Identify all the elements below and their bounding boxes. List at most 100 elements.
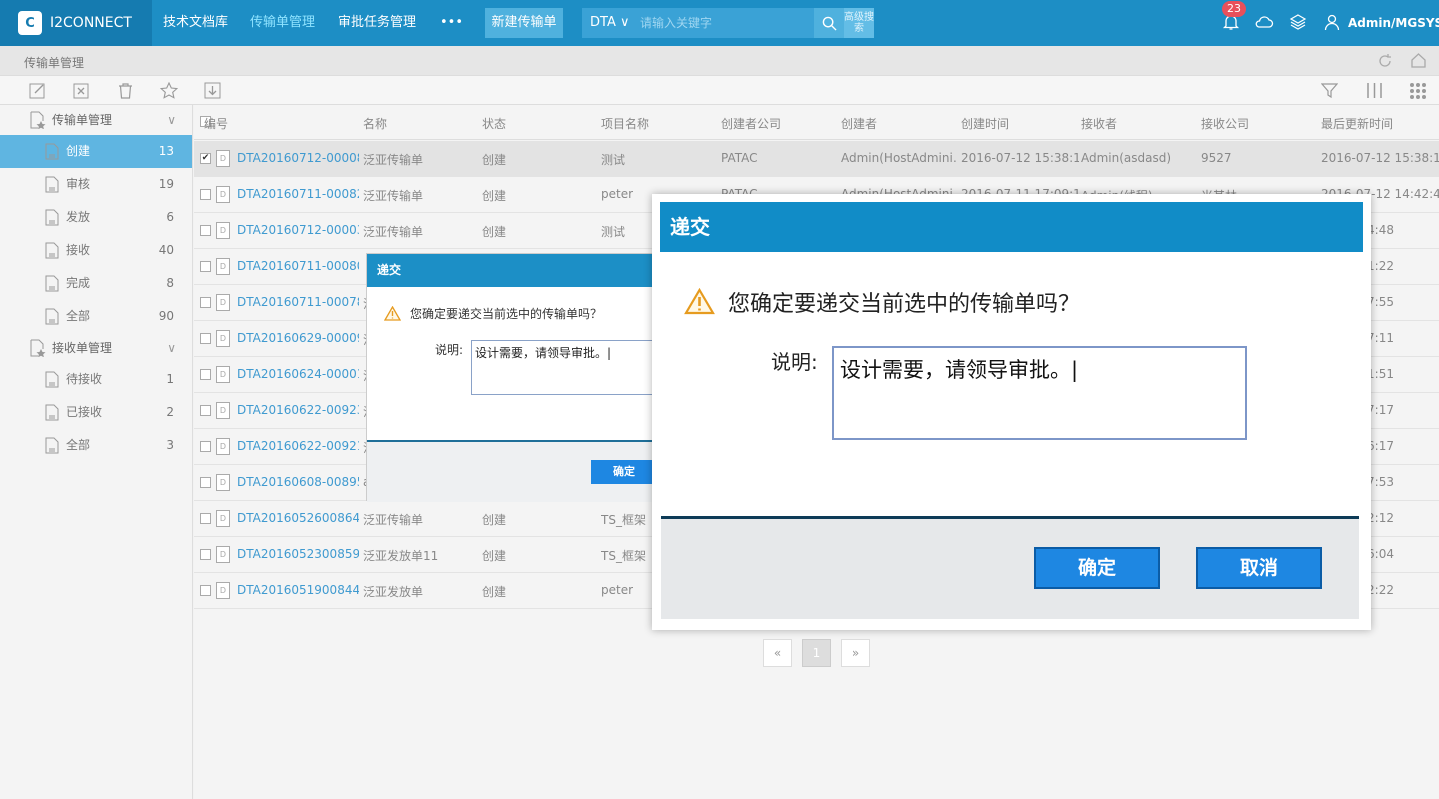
search-button[interactable] bbox=[814, 8, 844, 38]
cell-project: 测试 bbox=[601, 153, 626, 167]
cell-code[interactable]: DTA20160608-00895 bbox=[237, 475, 359, 489]
user-name[interactable]: Admin/MGSYS bbox=[1348, 0, 1439, 46]
sidebar-item-group1-1[interactable]: 审核 19 bbox=[0, 168, 192, 201]
row-checkbox[interactable] bbox=[200, 261, 211, 272]
note-label-zoomed: 说明: bbox=[771, 350, 818, 374]
submit-dialog-small: 递交 您确定要递交当前选中的传输单吗？ 说明: 设计需要，请领导审批。| 确定 bbox=[366, 253, 657, 502]
cell-code[interactable]: DTA2016052300859 bbox=[237, 547, 359, 561]
sidebar-item-group2-0[interactable]: 待接收 1 bbox=[0, 363, 192, 396]
prev-page-button[interactable]: « bbox=[763, 639, 792, 667]
cell-code[interactable]: DTA20160622-00923 bbox=[237, 403, 359, 417]
sidebar-item-group1-3[interactable]: 接收 40 bbox=[0, 234, 192, 267]
cell-code[interactable]: DTA20160624-00001 bbox=[237, 367, 359, 381]
column-header[interactable]: 创建时间 bbox=[961, 115, 1009, 132]
trash-icon[interactable] bbox=[117, 82, 134, 99]
row-checkbox[interactable] bbox=[200, 333, 211, 344]
cell-code[interactable]: DTA20160712-00003 bbox=[237, 223, 359, 237]
cell-code[interactable]: DTA2016052600864 bbox=[237, 511, 359, 525]
dialog-message: 您确定要递交当前选中的传输单吗？ bbox=[410, 307, 603, 321]
column-header[interactable]: 接收公司 bbox=[1201, 115, 1249, 132]
sidebar-item-count: 2 bbox=[166, 405, 174, 419]
cell-project: TS_框架 bbox=[601, 513, 646, 527]
search-type-select[interactable]: DTA ∨ bbox=[582, 8, 634, 38]
cell-receiver: Admin(asdasd) bbox=[1081, 151, 1172, 165]
dialog-title-zoomed: 递交 bbox=[660, 202, 1363, 252]
row-checkbox[interactable] bbox=[200, 297, 211, 308]
cell-code[interactable]: DTA20160711-00078 bbox=[237, 295, 359, 309]
row-checkbox[interactable] bbox=[200, 405, 211, 416]
sidebar-item-count: 40 bbox=[158, 243, 174, 257]
document-icon: D bbox=[216, 546, 230, 563]
download-icon[interactable] bbox=[204, 82, 221, 99]
sidebar-group-receive[interactable]: 接收单管理 ∨ bbox=[0, 333, 192, 363]
new-transfer-button[interactable]: 新建传输单 bbox=[485, 8, 563, 38]
row-checkbox[interactable] bbox=[200, 225, 211, 236]
sidebar-item-group2-1[interactable]: 已接收 2 bbox=[0, 396, 192, 429]
sidebar-item-group1-4[interactable]: 完成 8 bbox=[0, 267, 192, 300]
sidebar-item-count: 90 bbox=[158, 309, 174, 323]
sidebar-item-group1-2[interactable]: 发放 6 bbox=[0, 201, 192, 234]
columns-icon[interactable] bbox=[1366, 82, 1383, 99]
nav-tech-docs[interactable]: 技术文档库 bbox=[163, 0, 228, 46]
row-checkbox[interactable] bbox=[200, 441, 211, 452]
column-header[interactable]: 创建者公司 bbox=[721, 115, 781, 132]
refresh-icon[interactable] bbox=[1377, 53, 1393, 69]
row-checkbox[interactable] bbox=[200, 585, 211, 596]
cell-code[interactable]: DTA20160629-00009 bbox=[237, 331, 359, 345]
search-input[interactable] bbox=[634, 8, 814, 38]
sidebar-group-transfer[interactable]: 传输单管理 ∨ bbox=[0, 105, 192, 135]
home-icon[interactable] bbox=[1410, 52, 1427, 69]
top-bar: C I2CONNECT 技术文档库 传输单管理 审批任务管理 ••• 新建传输单… bbox=[0, 0, 1439, 46]
layers-icon[interactable] bbox=[1289, 13, 1307, 31]
confirm-button-small[interactable]: 确定 bbox=[591, 460, 657, 484]
row-checkbox[interactable] bbox=[200, 189, 211, 200]
column-header[interactable]: 创建者 bbox=[841, 115, 877, 132]
nav-transfer-management[interactable]: 传输单管理 bbox=[250, 0, 315, 46]
note-textarea-zoomed[interactable]: 设计需要，请领导审批。| bbox=[832, 346, 1247, 440]
row-checkbox[interactable]: ✔ bbox=[200, 153, 211, 164]
cell-code[interactable]: DTA20160622-00921 bbox=[237, 439, 359, 453]
row-checkbox[interactable] bbox=[200, 549, 211, 560]
row-checkbox[interactable] bbox=[200, 513, 211, 524]
cell-code[interactable]: DTA20160712-00008 bbox=[237, 151, 359, 165]
table-row[interactable]: ✔ D DTA20160712-00008 泛亚传输单 创建 测试 PATAC Admin(H… bbox=[194, 141, 1439, 177]
advanced-search-button[interactable]: 高级搜索 bbox=[844, 8, 874, 38]
note-textarea[interactable]: 设计需要，请领导审批。| bbox=[471, 340, 657, 395]
logo-icon: C bbox=[18, 11, 42, 35]
cloud-icon[interactable] bbox=[1254, 13, 1274, 31]
confirm-button[interactable]: 确定 bbox=[1034, 547, 1160, 589]
column-header[interactable]: 名称 bbox=[363, 115, 387, 132]
sidebar-item-label: 审核 bbox=[66, 177, 91, 191]
column-header[interactable]: 最后更新时间 bbox=[1321, 115, 1393, 132]
cell-code[interactable]: DTA20160711-00082 bbox=[237, 187, 359, 201]
cancel-doc-icon[interactable] bbox=[73, 82, 90, 99]
column-header[interactable]: 项目名称 bbox=[601, 115, 649, 132]
breadcrumb: 传输单管理 bbox=[24, 56, 85, 70]
column-header[interactable]: 编号 bbox=[204, 115, 228, 132]
column-header[interactable]: 接收者 bbox=[1081, 115, 1117, 132]
nav-approval-tasks[interactable]: 审批任务管理 bbox=[338, 0, 416, 46]
document-icon bbox=[45, 209, 59, 226]
cancel-button[interactable]: 取消 bbox=[1196, 547, 1322, 589]
cell-code[interactable]: DTA2016051900844 bbox=[237, 583, 359, 597]
filter-icon[interactable] bbox=[1321, 82, 1338, 99]
page-1-button[interactable]: 1 bbox=[802, 639, 831, 667]
nav-more-button[interactable]: ••• bbox=[440, 0, 463, 46]
app-logo[interactable]: C I2CONNECT bbox=[0, 0, 152, 46]
next-page-button[interactable]: » bbox=[841, 639, 870, 667]
sidebar-item-group1-0[interactable]: 创建 13 bbox=[0, 135, 192, 168]
document-icon: D bbox=[216, 510, 230, 527]
cell-name: 泛亚传输单 bbox=[363, 189, 424, 203]
sidebar-item-group1-5[interactable]: 全部 90 bbox=[0, 300, 192, 333]
column-header[interactable]: 状态 bbox=[482, 115, 506, 132]
row-checkbox[interactable] bbox=[200, 477, 211, 488]
sidebar-item-group2-2[interactable]: 全部 3 bbox=[0, 429, 192, 462]
cell-code[interactable]: DTA20160711-00080 bbox=[237, 259, 359, 273]
sidebar-item-label: 创建 bbox=[66, 144, 91, 158]
user-icon[interactable] bbox=[1323, 13, 1341, 31]
row-checkbox[interactable] bbox=[200, 369, 211, 380]
edit-icon[interactable] bbox=[29, 82, 46, 99]
sidebar: 传输单管理 ∨ 创建 13 审核 19 发放 6 接收 40 完成 8 全部 90 接收单管理 ∨ 待接收 1 已接… bbox=[0, 105, 193, 799]
star-icon[interactable] bbox=[160, 82, 178, 99]
grid-view-icon[interactable] bbox=[1409, 82, 1427, 100]
